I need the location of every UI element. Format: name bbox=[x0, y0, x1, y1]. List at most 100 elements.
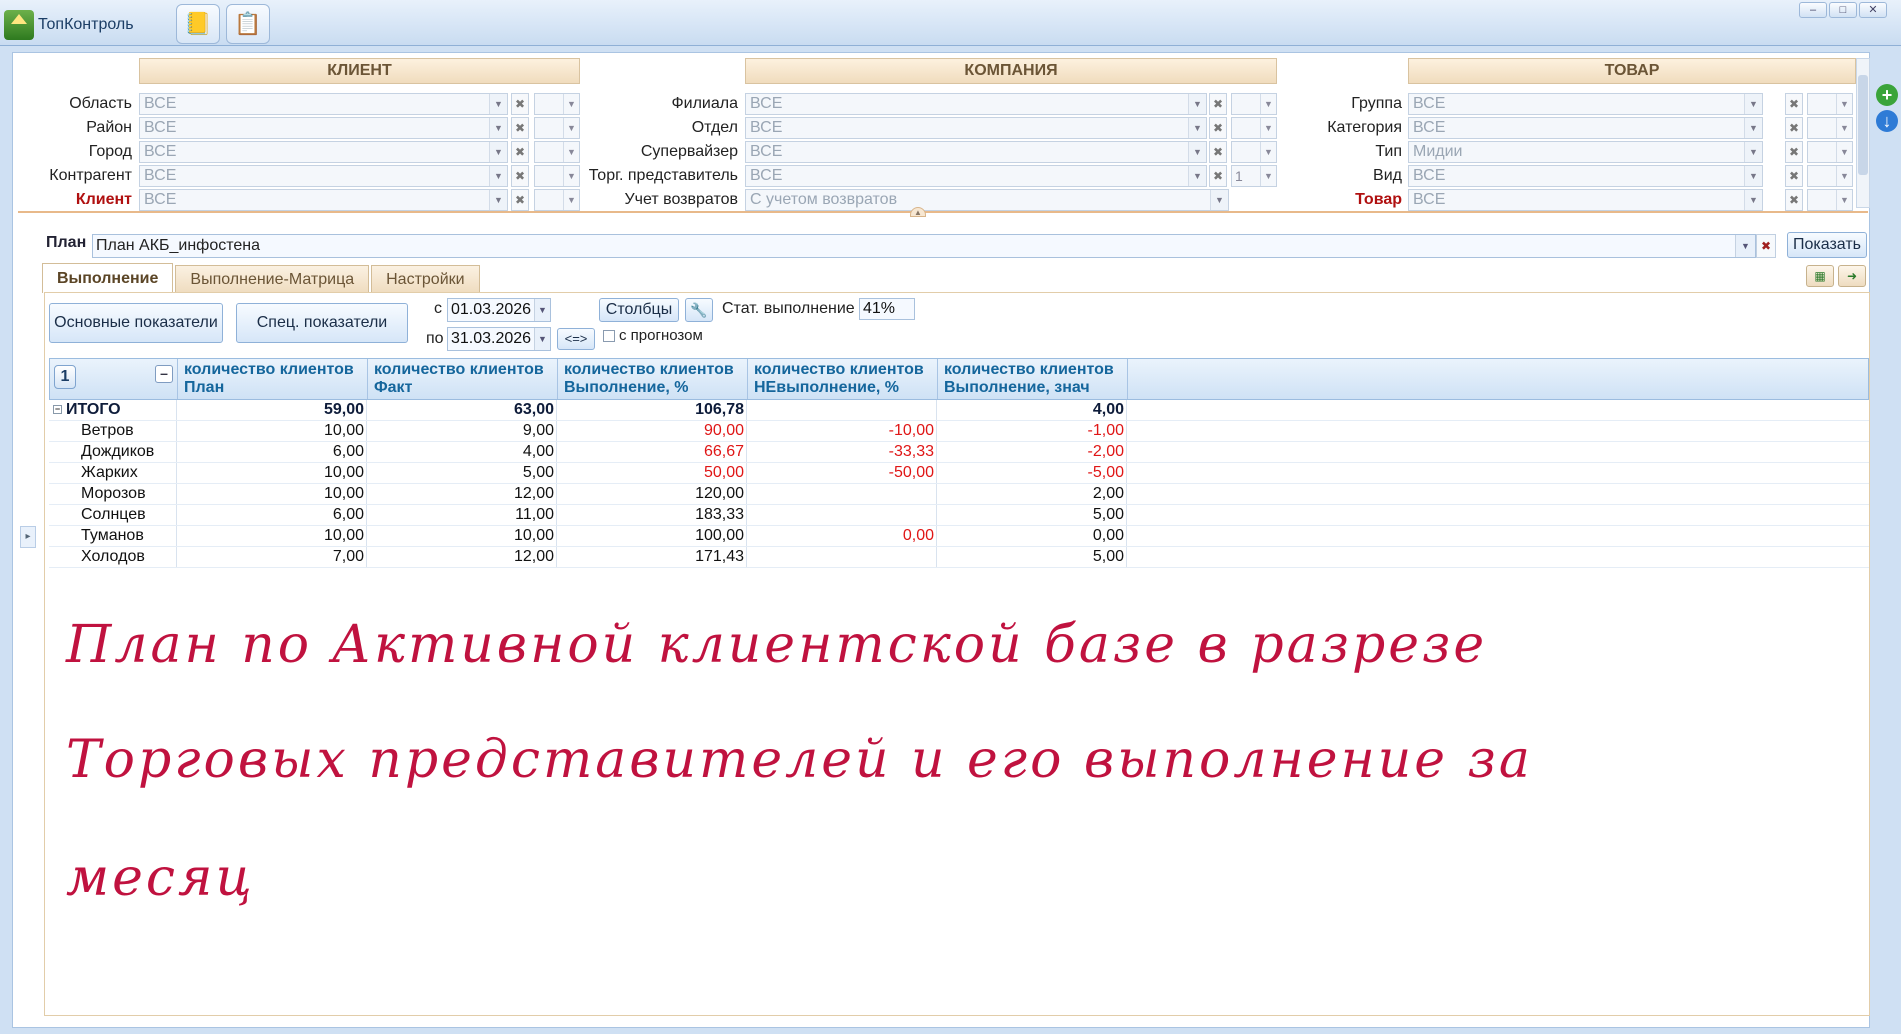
mode-combo[interactable]: ▼ bbox=[1807, 141, 1853, 163]
chevron-down-icon[interactable]: ▼ bbox=[1188, 166, 1206, 186]
expand-left-icon[interactable]: ▸ bbox=[20, 526, 36, 548]
column-header[interactable]: количество клиентов Выполнение, % bbox=[558, 359, 748, 399]
mode-combo[interactable]: ▼ bbox=[1807, 189, 1853, 211]
chevron-down-icon[interactable]: ▼ bbox=[1744, 166, 1762, 186]
clear-icon[interactable]: ✖ bbox=[1785, 189, 1803, 211]
chevron-down-icon[interactable]: ▼ bbox=[534, 328, 550, 350]
filter-combo[interactable]: ВСЕ ▼ bbox=[745, 141, 1207, 163]
table-row[interactable]: Ветров 10,00 9,00 90,00 -10,00 -1,00 bbox=[49, 421, 1869, 442]
clear-icon[interactable]: ✖ bbox=[511, 93, 529, 115]
chevron-down-icon[interactable]: ▼ bbox=[1735, 235, 1755, 257]
filter-combo[interactable]: ВСЕ ▼ bbox=[139, 165, 508, 187]
columns-button[interactable]: Столбцы bbox=[599, 298, 679, 322]
date-from-input[interactable]: 01.03.2026 ▼ bbox=[447, 298, 551, 322]
tab-execution-matrix[interactable]: Выполнение-Матрица bbox=[175, 265, 370, 293]
tree-collapse-icon[interactable]: − bbox=[53, 405, 62, 414]
chevron-down-icon[interactable]: ▼ bbox=[1836, 94, 1852, 114]
mode-combo[interactable]: ▼ bbox=[1231, 93, 1277, 115]
table-row[interactable]: Солнцев 6,00 11,00 183,33 5,00 bbox=[49, 505, 1869, 526]
table-row[interactable]: Морозов 10,00 12,00 120,00 2,00 bbox=[49, 484, 1869, 505]
chevron-down-icon[interactable]: ▼ bbox=[1188, 94, 1206, 114]
clear-icon[interactable]: ✖ bbox=[1785, 117, 1803, 139]
scrollbar-thumb[interactable] bbox=[1858, 75, 1868, 175]
report-book-icon[interactable]: 📒 bbox=[176, 4, 220, 44]
chevron-down-icon[interactable]: ▼ bbox=[1260, 142, 1276, 162]
filter-combo[interactable]: ВСЕ ▼ bbox=[139, 117, 508, 139]
chevron-down-icon[interactable]: ▼ bbox=[1188, 118, 1206, 138]
filter-combo[interactable]: ВСЕ ▼ bbox=[139, 93, 508, 115]
filter-combo[interactable]: ВСЕ ▼ bbox=[1408, 93, 1763, 115]
table-row-total[interactable]: − ИТОГО 59,00 63,00 106,78 4,00 bbox=[49, 400, 1869, 421]
mode-combo[interactable]: 1 ▼ bbox=[1231, 165, 1277, 187]
chevron-down-icon[interactable]: ▼ bbox=[489, 94, 507, 114]
table-row[interactable]: Дождиков 6,00 4,00 66,67 -33,33 -2,00 bbox=[49, 442, 1869, 463]
filter-combo[interactable]: Мидии ▼ bbox=[1408, 141, 1763, 163]
tab-execution[interactable]: Выполнение bbox=[42, 263, 174, 293]
chevron-down-icon[interactable]: ▼ bbox=[489, 166, 507, 186]
chevron-down-icon[interactable]: ▼ bbox=[1836, 118, 1852, 138]
clipboard-icon[interactable]: 📋 bbox=[226, 4, 270, 44]
date-to-input[interactable]: 31.03.2026 ▼ bbox=[447, 327, 551, 351]
forecast-checkbox[interactable] bbox=[603, 330, 615, 342]
clear-icon[interactable]: ✖ bbox=[1209, 117, 1227, 139]
download-icon[interactable]: ↓ bbox=[1876, 110, 1898, 132]
close-icon[interactable]: ✕ bbox=[1859, 2, 1887, 18]
add-icon[interactable]: + bbox=[1876, 84, 1898, 106]
chevron-down-icon[interactable]: ▼ bbox=[1744, 118, 1762, 138]
chevron-down-icon[interactable]: ▼ bbox=[1744, 94, 1762, 114]
export-icon[interactable]: ➜ bbox=[1838, 265, 1866, 287]
filter-scrollbar[interactable] bbox=[1856, 58, 1870, 208]
filter-combo[interactable]: ВСЕ ▼ bbox=[139, 141, 508, 163]
section-company-header[interactable]: КОМПАНИЯ bbox=[745, 58, 1277, 84]
show-button[interactable]: Показать bbox=[1787, 232, 1867, 258]
filter-combo[interactable]: ВСЕ ▼ bbox=[1408, 189, 1763, 211]
minimize-icon[interactable]: – bbox=[1799, 2, 1827, 18]
filter-combo[interactable]: ВСЕ ▼ bbox=[1408, 165, 1763, 187]
chevron-down-icon[interactable]: ▼ bbox=[1836, 190, 1852, 210]
app-menu-button[interactable]: ТопКонтроль bbox=[4, 8, 134, 42]
clear-icon[interactable]: ✖ bbox=[1785, 165, 1803, 187]
table-row[interactable]: Жарких 10,00 5,00 50,00 -50,00 -5,00 bbox=[49, 463, 1869, 484]
clear-icon[interactable]: ✖ bbox=[511, 117, 529, 139]
clear-icon[interactable]: ✖ bbox=[1209, 93, 1227, 115]
chevron-down-icon[interactable]: ▼ bbox=[489, 142, 507, 162]
collapse-up-icon[interactable]: ▲ bbox=[910, 207, 926, 217]
chevron-down-icon[interactable]: ▼ bbox=[1188, 142, 1206, 162]
tab-settings[interactable]: Настройки bbox=[371, 265, 480, 293]
table-row[interactable]: Холодов 7,00 12,00 171,43 5,00 bbox=[49, 547, 1869, 568]
collapse-icon[interactable]: – bbox=[155, 365, 173, 383]
chevron-down-icon[interactable]: ▼ bbox=[489, 118, 507, 138]
mode-combo[interactable]: ▼ bbox=[1807, 93, 1853, 115]
section-product-header[interactable]: ТОВАР bbox=[1408, 58, 1856, 84]
chevron-down-icon[interactable]: ▼ bbox=[1260, 166, 1276, 186]
export-excel-icon[interactable]: ▦ bbox=[1806, 265, 1834, 287]
wrench-icon[interactable]: 🔧 bbox=[685, 298, 713, 322]
clear-icon[interactable]: ✖ bbox=[1209, 141, 1227, 163]
clear-icon[interactable]: ✖ bbox=[511, 141, 529, 163]
chevron-down-icon[interactable]: ▼ bbox=[1260, 118, 1276, 138]
special-indicators-button[interactable]: Спец. показатели bbox=[236, 303, 408, 343]
column-header[interactable]: количество клиентов Выполнение, знач bbox=[938, 359, 1128, 399]
chevron-down-icon[interactable]: ▼ bbox=[534, 299, 550, 321]
filter-combo[interactable]: ВСЕ ▼ bbox=[1408, 117, 1763, 139]
swap-dates-button[interactable]: <=> bbox=[557, 328, 595, 350]
main-indicators-button[interactable]: Основные показатели bbox=[49, 303, 223, 343]
mode-combo[interactable]: ▼ bbox=[1807, 117, 1853, 139]
chevron-down-icon[interactable]: ▼ bbox=[1260, 94, 1276, 114]
section-client-header[interactable]: КЛИЕНТ bbox=[139, 58, 580, 84]
chevron-down-icon[interactable]: ▼ bbox=[1744, 142, 1762, 162]
mode-combo[interactable]: ▼ bbox=[1807, 165, 1853, 187]
clear-icon[interactable]: ✖ bbox=[511, 165, 529, 187]
mode-combo[interactable]: ▼ bbox=[1231, 141, 1277, 163]
panel-splitter[interactable] bbox=[18, 211, 1868, 213]
mode-combo[interactable]: ▼ bbox=[1231, 117, 1277, 139]
chevron-down-icon[interactable]: ▼ bbox=[1836, 166, 1852, 186]
column-header[interactable]: количество клиентов План bbox=[178, 359, 368, 399]
maximize-icon[interactable]: □ bbox=[1829, 2, 1857, 18]
clear-icon[interactable]: ✖ bbox=[511, 189, 529, 211]
filter-combo[interactable]: ВСЕ ▼ bbox=[139, 189, 508, 211]
clear-plan-icon[interactable]: ✖ bbox=[1756, 234, 1776, 258]
plan-combo[interactable]: План АКБ_инфостена ▼ bbox=[92, 234, 1756, 258]
chevron-down-icon[interactable]: ▼ bbox=[1836, 142, 1852, 162]
filter-combo[interactable]: ВСЕ ▼ bbox=[745, 165, 1207, 187]
